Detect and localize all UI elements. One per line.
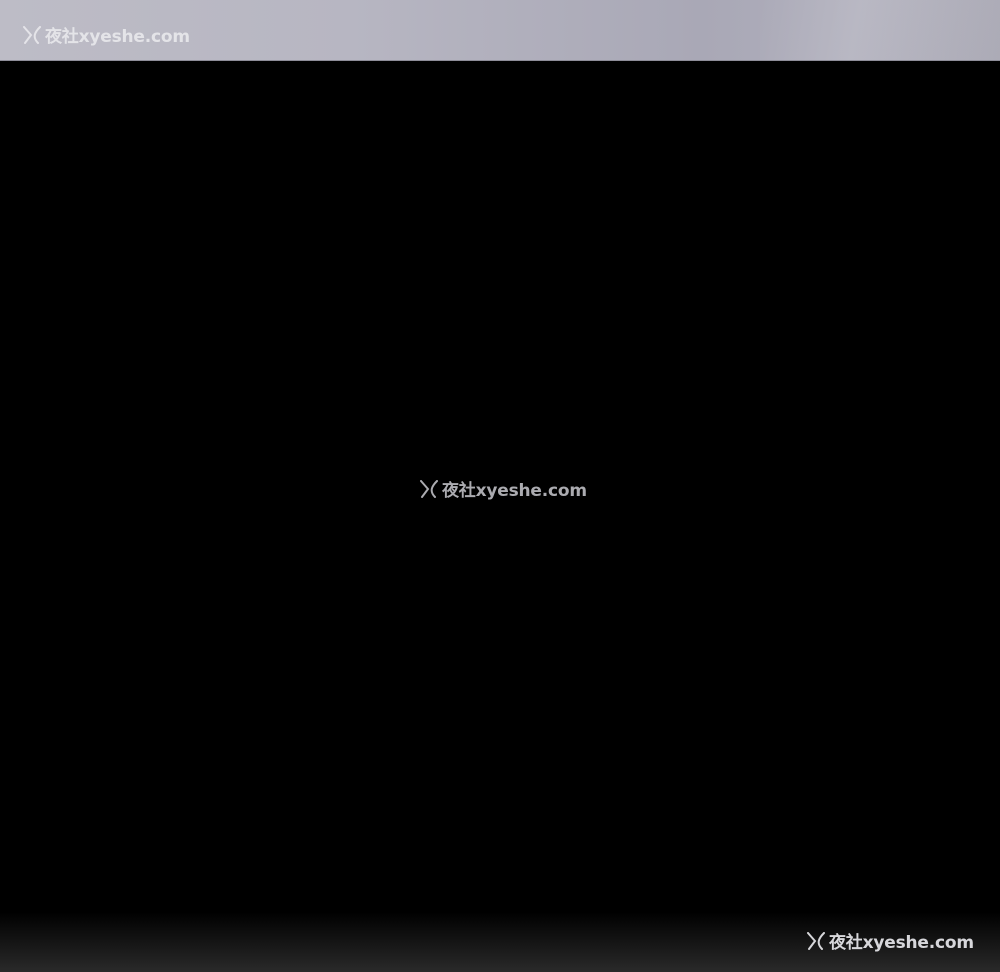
watermark-text: 夜社xyeshe.com <box>45 27 190 47</box>
watermark-text: 夜社xyeshe.com <box>829 933 974 953</box>
comic-panel: 夜社xyeshe.com 夜社xyeshe.com 夜社xyeshe.com <box>0 0 1000 972</box>
watermark-bottom: 夜社xyeshe.com <box>806 928 974 953</box>
watermark-text: 夜社xyeshe.com <box>442 481 587 501</box>
x-logo-icon <box>23 25 41 44</box>
x-logo-icon <box>807 931 825 950</box>
top-strip-shading <box>760 0 1000 60</box>
x-logo-icon <box>420 479 438 498</box>
watermark-top: 夜社xyeshe.com <box>22 22 190 47</box>
watermark-center: 夜社xyeshe.com <box>419 476 587 501</box>
